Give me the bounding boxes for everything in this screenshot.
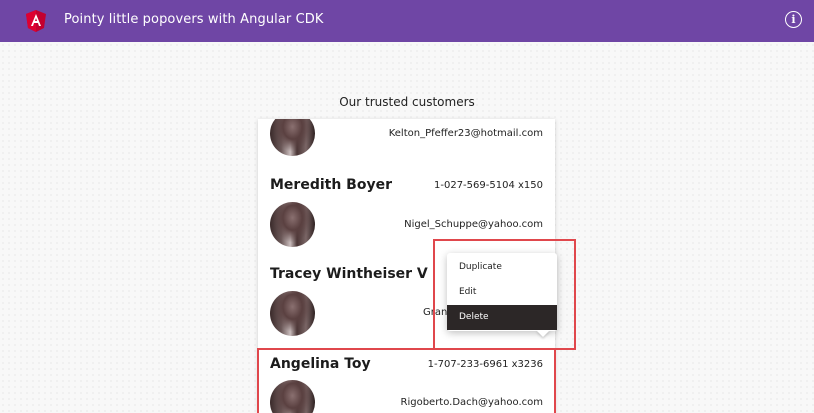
customer-phone: 1-027-569-5104 x150	[434, 180, 543, 191]
customer-name: Tracey Wintheiser V	[270, 266, 428, 282]
customer-email: Kelton_Pfeffer23@hotmail.com	[388, 128, 543, 139]
angular-logo-icon	[26, 10, 46, 32]
customer-phone: 1-707-233-6961 x3236	[427, 359, 543, 370]
avatar	[270, 380, 315, 413]
avatar	[270, 291, 315, 336]
menu-item-delete[interactable]: Delete	[447, 305, 557, 330]
avatar	[270, 202, 315, 247]
info-icon: i	[791, 13, 796, 26]
context-menu-popover: Duplicate Edit Delete	[447, 253, 557, 331]
menu-item-edit[interactable]: Edit	[447, 280, 557, 305]
customer-email: Rigoberto.Dach@yahoo.com	[400, 397, 544, 408]
customer-email: Nigel_Schuppe@yahoo.com	[404, 219, 543, 230]
section-title: Our trusted customers	[339, 95, 475, 109]
menu-item-duplicate[interactable]: Duplicate	[447, 255, 557, 280]
avatar	[270, 119, 315, 156]
app-title: Pointy little popovers with Angular CDK	[64, 12, 324, 27]
customer-name: Angelina Toy	[270, 356, 371, 372]
info-button[interactable]: i	[785, 11, 802, 28]
app-toolbar: Pointy little popovers with Angular CDK …	[0, 0, 814, 42]
popover-arrow	[536, 330, 550, 337]
customer-name: Meredith Boyer	[270, 177, 392, 193]
